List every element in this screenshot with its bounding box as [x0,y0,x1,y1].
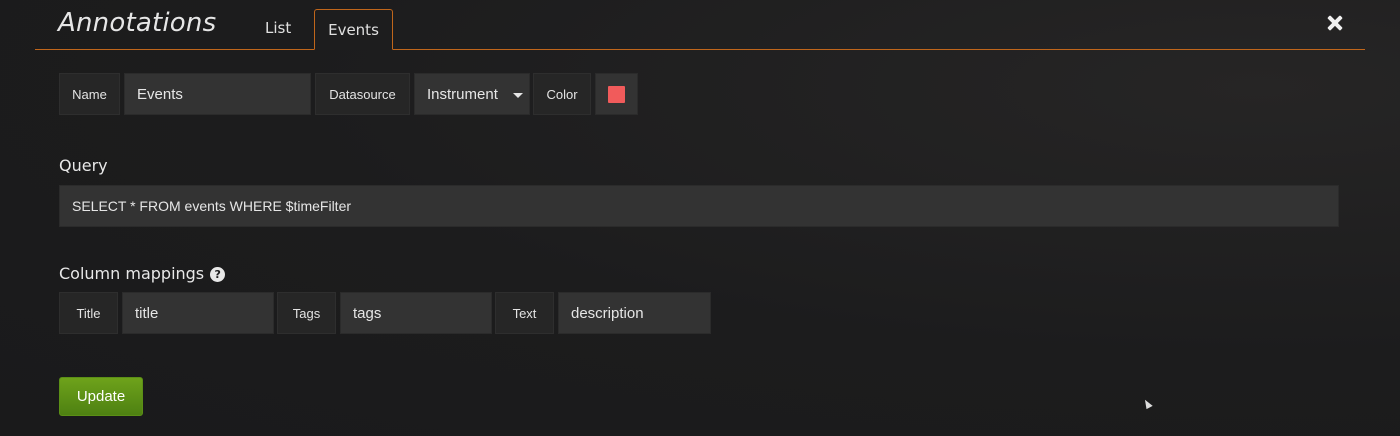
update-button[interactable]: Update [59,377,143,416]
color-picker[interactable] [595,73,638,115]
question-circle-icon[interactable]: ? [210,267,226,282]
color-label: Color [533,73,591,115]
editor-header: Annotations List Events [35,0,1365,50]
title-label: Title [59,292,118,334]
tags-label: Tags [277,292,336,334]
close-icon[interactable] [1327,15,1343,31]
name-input[interactable]: Events [124,73,311,115]
datasource-value: Instrument [427,85,498,103]
mouse-cursor-icon [1142,397,1153,410]
text-input[interactable]: description [558,292,711,334]
column-mappings-label: Column mappings [59,264,205,283]
query-input[interactable]: SELECT * FROM events WHERE $timeFilter [59,185,1339,227]
caret-down-icon [513,93,523,98]
tab-list[interactable]: List [265,19,291,37]
color-swatch [608,85,625,103]
title-input[interactable]: title [122,292,274,334]
name-label: Name [59,73,120,115]
tags-input[interactable]: tags [340,292,492,334]
tab-events[interactable]: Events [314,9,393,50]
page-title: Annotations [58,8,217,38]
column-mappings-heading: Column mappings? [59,264,226,283]
datasource-select[interactable]: Instrument [414,73,530,115]
datasource-label: Datasource [315,73,410,115]
query-heading: Query [59,156,108,175]
text-label: Text [495,292,554,334]
